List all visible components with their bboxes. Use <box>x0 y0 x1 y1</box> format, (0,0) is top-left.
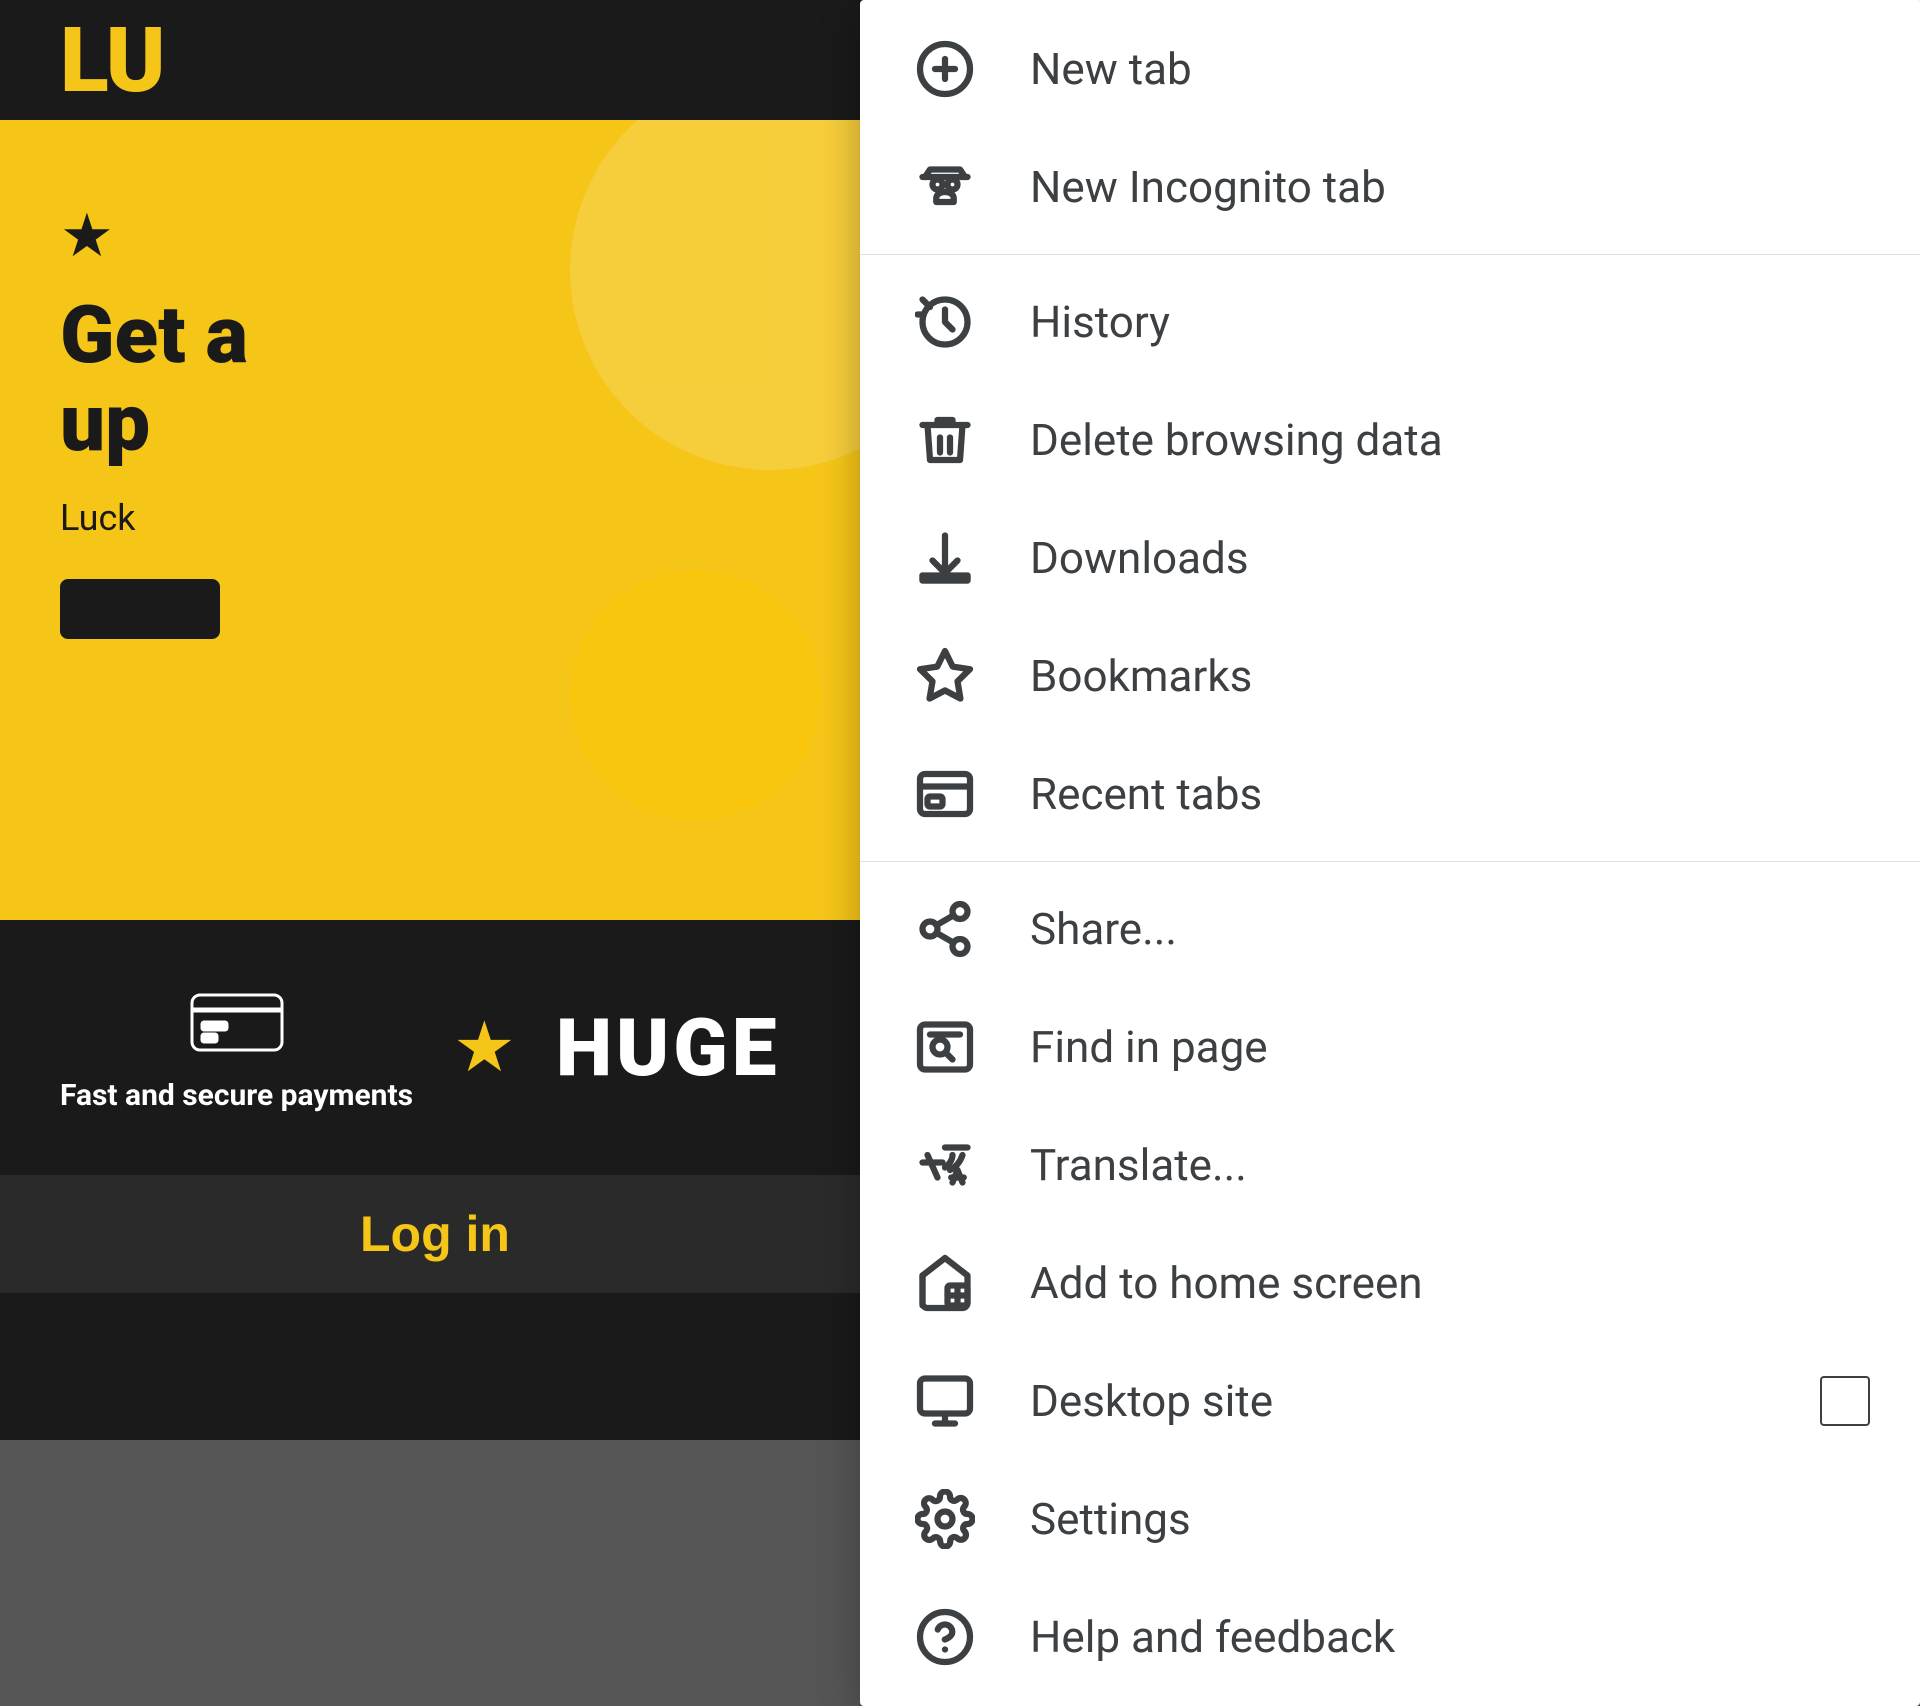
star-icon <box>910 641 980 711</box>
website-bottom: Fast and secure payments ★ HUGE <box>0 920 870 1175</box>
menu-label-find-in-page: Find in page <box>1030 1021 1870 1073</box>
menu-label-bookmarks: Bookmarks <box>1030 650 1870 702</box>
recent-tabs-icon <box>910 759 980 829</box>
menu-label-downloads: Downloads <box>1030 532 1870 584</box>
menu-label-recent-tabs: Recent tabs <box>1030 768 1870 820</box>
website-content: LU ★ Get a up Luck Fast and secure payme… <box>0 0 870 1440</box>
menu-item-share[interactable]: Share... <box>860 870 1920 988</box>
website-logo: LU <box>60 8 164 113</box>
plus-circle-icon <box>910 34 980 104</box>
menu-divider <box>860 254 1920 255</box>
settings-icon <box>910 1484 980 1554</box>
menu-item-bookmarks[interactable]: Bookmarks <box>860 617 1920 735</box>
history-icon <box>910 287 980 357</box>
menu-item-find-in-page[interactable]: Find in page <box>860 988 1920 1106</box>
star-rating: ★ <box>60 200 810 271</box>
promo-title: Get a up <box>60 291 810 467</box>
desktop-icon <box>910 1366 980 1436</box>
menu-item-add-to-home-screen[interactable]: Add to home screen <box>860 1224 1920 1342</box>
share-icon <box>910 894 980 964</box>
menu-item-history[interactable]: History <box>860 263 1920 381</box>
payment-section: Fast and secure payments <box>60 980 413 1115</box>
menu-divider <box>860 861 1920 862</box>
incognito-icon <box>910 152 980 222</box>
login-button[interactable]: Log in <box>360 1205 510 1263</box>
desktop-site-checkbox[interactable] <box>1820 1376 1870 1426</box>
menu-item-new-incognito-tab[interactable]: New Incognito tab <box>860 128 1920 246</box>
menu-item-recent-tabs[interactable]: Recent tabs <box>860 735 1920 853</box>
menu-label-delete-browsing-data: Delete browsing data <box>1030 414 1870 466</box>
find-icon <box>910 1012 980 1082</box>
help-icon <box>910 1602 980 1672</box>
menu-label-new-tab: New tab <box>1030 43 1870 95</box>
promo-sub: Luck <box>60 497 810 539</box>
menu-label-history: History <box>1030 296 1870 348</box>
website-yellow-section: ★ Get a up Luck <box>0 120 870 920</box>
menu-label-share: Share... <box>1030 903 1870 955</box>
menu-label-translate: Translate... <box>1030 1139 1870 1191</box>
gold-star: ★ <box>453 1006 516 1089</box>
menu-item-settings[interactable]: Settings <box>860 1460 1920 1578</box>
menu-label-add-to-home-screen: Add to home screen <box>1030 1257 1870 1309</box>
menu-item-desktop-site[interactable]: Desktop site <box>860 1342 1920 1460</box>
menu-label-help-and-feedback: Help and feedback <box>1030 1611 1870 1663</box>
menu-item-downloads[interactable]: Downloads <box>860 499 1920 617</box>
download-icon <box>910 523 980 593</box>
menu-item-help-and-feedback[interactable]: Help and feedback <box>860 1578 1920 1696</box>
menu-item-translate[interactable]: Translate... <box>860 1106 1920 1224</box>
menu-item-new-tab[interactable]: New tab <box>860 10 1920 128</box>
huge-text: HUGE <box>556 1001 781 1095</box>
menu-label-settings: Settings <box>1030 1493 1870 1545</box>
menu-item-delete-browsing-data[interactable]: Delete browsing data <box>860 381 1920 499</box>
promo-button[interactable] <box>60 579 220 639</box>
trash-icon <box>910 405 980 475</box>
chrome-menu: New tab New Incognito tab History Delete br… <box>860 0 1920 1706</box>
login-bar: Log in <box>0 1175 870 1293</box>
menu-label-desktop-site: Desktop site <box>1030 1375 1770 1427</box>
menu-label-new-incognito-tab: New Incognito tab <box>1030 161 1870 213</box>
payment-icon <box>187 980 287 1060</box>
add-home-icon <box>910 1248 980 1318</box>
payment-label: Fast and secure payments <box>60 1076 413 1115</box>
website-header: LU <box>0 0 870 120</box>
translate-icon <box>910 1130 980 1200</box>
